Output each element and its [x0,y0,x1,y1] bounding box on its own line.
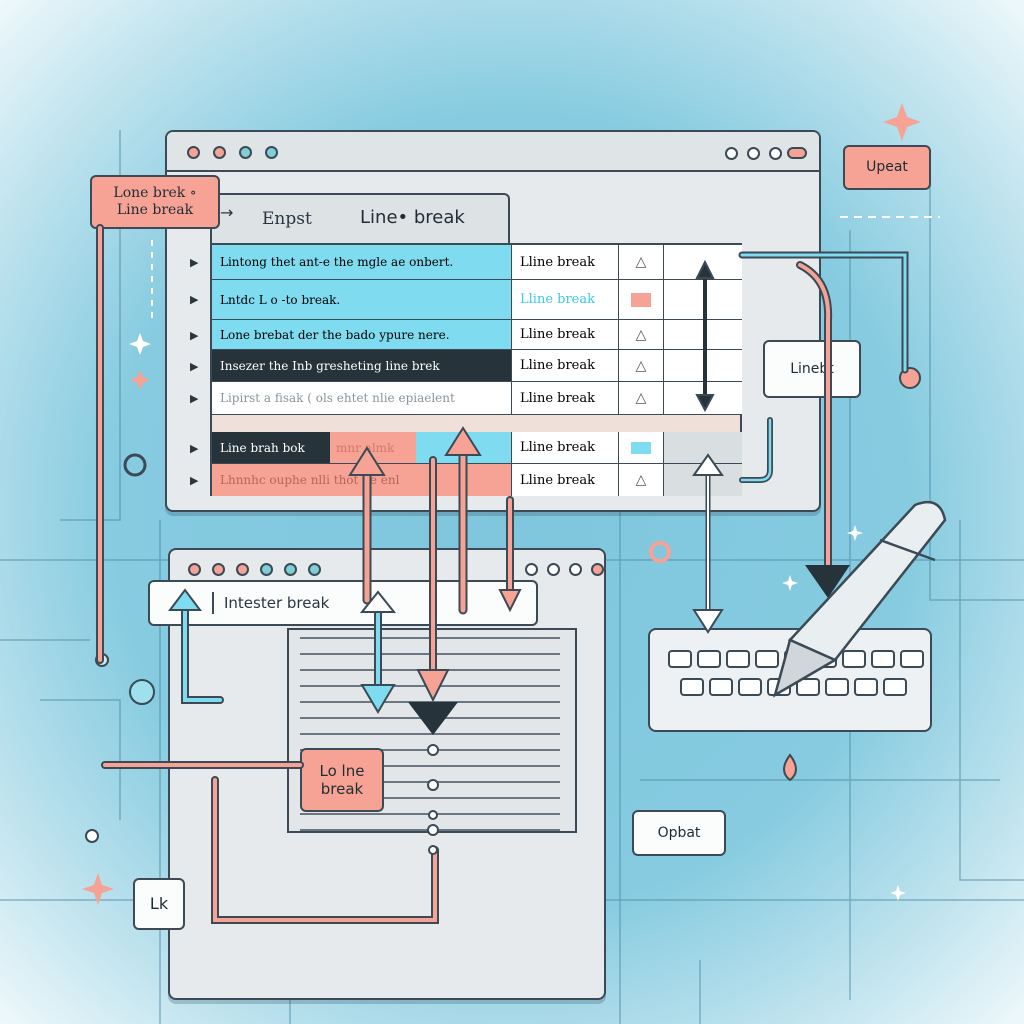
flow-arrows [96,224,947,924]
arrow-down-icon [360,684,396,714]
arrow-down-icon [695,394,715,413]
insertion-marker-icon [408,702,458,735]
arrow-up-icon [348,446,386,476]
pen-icon [772,500,947,698]
arrow-down-icon [416,669,450,703]
arrow-up-icon [444,426,482,456]
arrow-down-icon [692,609,724,634]
break-points [427,744,439,855]
arrow-down-icon [498,589,522,613]
arrow-up-icon [695,259,715,279]
arrow-up-icon [168,588,202,611]
arrow-up-icon [692,453,724,476]
